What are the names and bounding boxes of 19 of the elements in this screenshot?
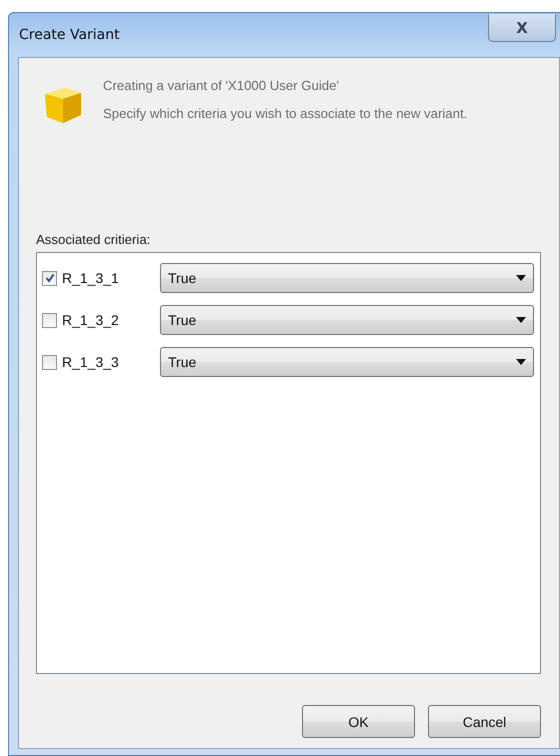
criterion-name: R_1_3_1 [61, 270, 120, 286]
close-button[interactable]: X [488, 14, 556, 42]
caret-icon [516, 275, 526, 281]
value-dropdown[interactable]: True [160, 263, 534, 293]
dialog-button[interactable]: OK [302, 705, 415, 738]
criterion-name: R_1_3_2 [61, 312, 120, 328]
checkbox[interactable] [42, 312, 57, 328]
dialog-button[interactable]: Cancel [428, 705, 541, 738]
value-dropdown[interactable]: True [160, 347, 534, 377]
header-description: Specify which criteria you wish to associate to the new variant. [103, 106, 468, 122]
criterion-name: R_1_3_3 [61, 354, 120, 370]
caret-icon [516, 359, 526, 365]
header-title: Creating a variant of 'X1000 User Guide' [103, 78, 340, 94]
caret-icon [516, 317, 526, 323]
value-dropdown[interactable]: True [160, 305, 534, 335]
checkbox[interactable] [42, 270, 57, 286]
checkbox[interactable] [42, 354, 57, 370]
window-title: Create Variant [18, 27, 120, 43]
criteria-label: Associated critieria: [36, 232, 152, 247]
